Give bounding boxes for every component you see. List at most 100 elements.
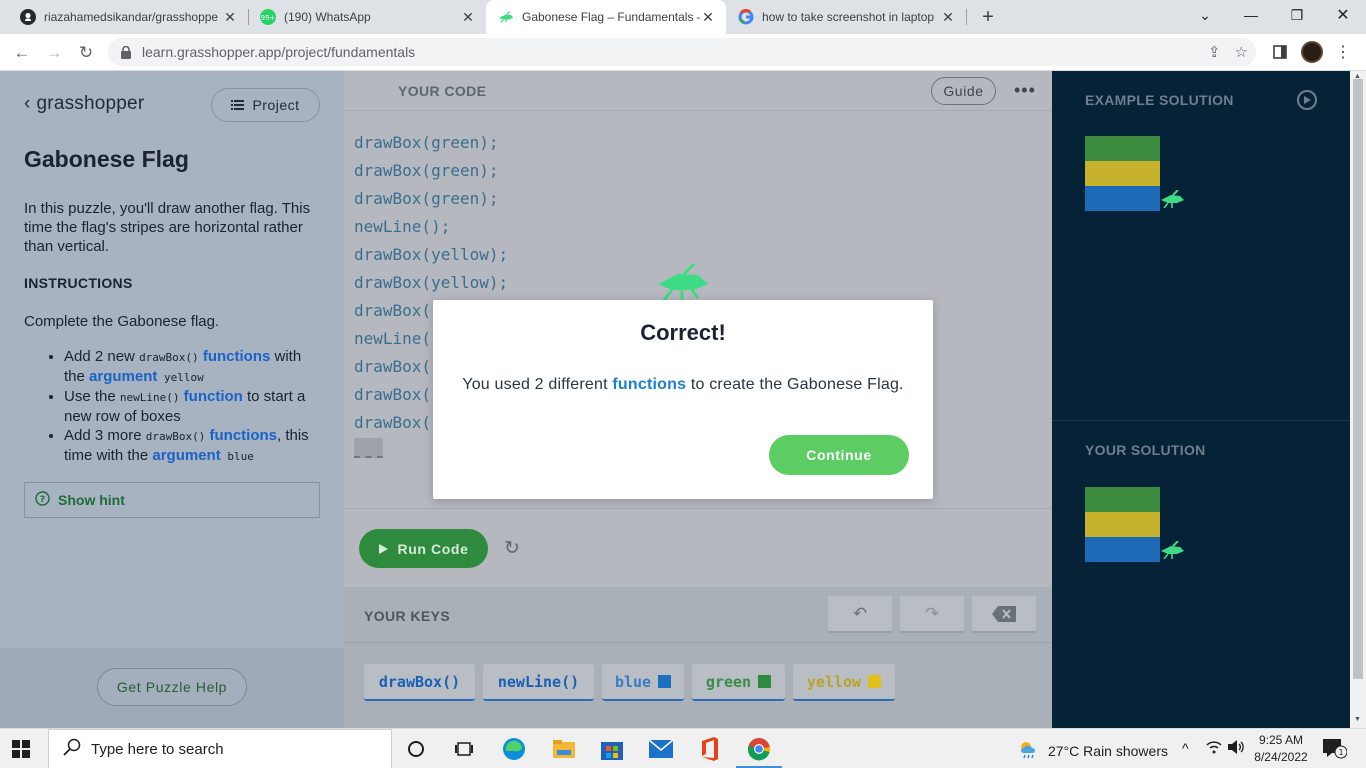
- whatsapp-badge: 99+: [261, 14, 276, 22]
- key-label: drawBox(): [378, 672, 461, 691]
- flag-stripe-blue: [1085, 537, 1160, 562]
- get-puzzle-help-button[interactable]: Get Puzzle Help: [97, 668, 247, 706]
- close-window-icon[interactable]: ✕: [1320, 0, 1366, 30]
- task-view-icon[interactable]: [450, 735, 478, 763]
- run-code-button[interactable]: Run Code: [359, 529, 488, 568]
- key-green[interactable]: green: [692, 664, 785, 701]
- grasshopper-logo[interactable]: ‹ grasshopper: [24, 93, 144, 115]
- guide-button[interactable]: Guide: [931, 77, 996, 105]
- reset-icon[interactable]: ↻: [502, 538, 522, 559]
- back-icon[interactable]: ←: [8, 39, 36, 67]
- taskbar-search[interactable]: Type here to search: [48, 729, 392, 768]
- argument-link[interactable]: argument: [89, 368, 157, 385]
- example-solution-heading: EXAMPLE SOLUTION: [1085, 92, 1234, 108]
- cortana-icon[interactable]: [402, 735, 430, 763]
- solution-divider: [1052, 420, 1350, 421]
- instruction-item: Add 2 new drawBox() functions with the a…: [64, 347, 326, 387]
- file-explorer-icon[interactable]: [550, 735, 578, 763]
- functions-link[interactable]: functions: [612, 376, 686, 393]
- system-clock[interactable]: 9:25 AM 8/24/2022: [1249, 732, 1313, 766]
- tab-github[interactable]: riazahamedsikandar/grasshoppe ✕: [8, 0, 248, 34]
- tab-label: riazahamedsikandar/grasshoppe: [44, 10, 219, 24]
- chrome-menu-icon[interactable]: ⋮: [1335, 40, 1351, 64]
- share-icon[interactable]: ⇪: [1208, 43, 1221, 61]
- code-line[interactable]: drawBox(green);: [354, 129, 508, 157]
- weather-widget[interactable]: 27°C Rain showers: [1018, 739, 1168, 762]
- close-tab-icon[interactable]: ✕: [940, 9, 956, 25]
- tab-whatsapp[interactable]: 99+ (190) WhatsApp ✕: [248, 0, 486, 34]
- windows-taskbar: Type here to search 27°C Rain showers ^ …: [0, 728, 1366, 768]
- code-line[interactable]: drawBox(green);: [354, 185, 508, 213]
- weather-text: 27°C Rain showers: [1048, 742, 1168, 759]
- page-scrollbar[interactable]: ▲ ▼: [1350, 71, 1366, 728]
- url-text: learn.grasshopper.app/project/fundamenta…: [142, 44, 416, 60]
- brand-name: grasshopper: [36, 93, 145, 114]
- argument-link[interactable]: argument: [152, 447, 220, 464]
- close-tab-icon[interactable]: ✕: [222, 9, 238, 25]
- green-swatch: [758, 675, 772, 688]
- functions-link[interactable]: functions: [210, 427, 278, 444]
- scroll-down-icon[interactable]: ▼: [1354, 716, 1361, 723]
- reload-icon[interactable]: ↻: [72, 39, 100, 67]
- key-yellow[interactable]: yellow: [793, 664, 895, 701]
- microsoft-store-icon[interactable]: [598, 735, 626, 763]
- clock-date: 8/24/2022: [1254, 750, 1308, 764]
- code-line[interactable]: newLine();: [354, 213, 508, 241]
- key-label: yellow: [806, 672, 862, 691]
- code-line[interactable]: drawBox(yellow);: [354, 269, 508, 297]
- project-button[interactable]: Project: [211, 88, 320, 122]
- volume-icon[interactable]: [1228, 740, 1246, 757]
- browser-tab-strip: riazahamedsikandar/grasshoppe ✕ 99+ (190…: [0, 0, 1366, 34]
- tab-search-chevron-icon[interactable]: ⌄: [1182, 0, 1228, 30]
- close-tab-icon[interactable]: ✕: [460, 9, 476, 25]
- profile-avatar[interactable]: [1301, 41, 1323, 63]
- continue-button[interactable]: Continue: [769, 435, 909, 475]
- instructions-text: Complete the Gabonese flag.: [24, 313, 220, 330]
- tab-label: how to take screenshot in laptop: [762, 10, 935, 24]
- flag-stripe-green: [1085, 487, 1160, 512]
- notification-icon[interactable]: 1: [1323, 739, 1348, 764]
- mail-icon[interactable]: [647, 735, 675, 763]
- more-options-icon[interactable]: •••: [1014, 80, 1036, 101]
- key-newline[interactable]: newLine(): [483, 664, 594, 701]
- clock-time: 9:25 AM: [1258, 733, 1304, 747]
- chrome-icon[interactable]: [745, 735, 773, 763]
- wifi-icon[interactable]: [1206, 740, 1222, 757]
- show-hint-button[interactable]: ? Show hint: [24, 482, 320, 518]
- minimize-icon[interactable]: —: [1228, 0, 1274, 30]
- key-label: newLine(): [497, 672, 580, 691]
- code-line[interactable]: drawBox(yellow);: [354, 241, 508, 269]
- flag-stripe-blue: [1085, 186, 1160, 211]
- key-blue[interactable]: blue: [602, 664, 684, 701]
- undo-icon[interactable]: ↶: [828, 596, 892, 633]
- windows-start-icon[interactable]: [12, 740, 30, 763]
- close-tab-icon[interactable]: ✕: [700, 9, 716, 25]
- restore-icon[interactable]: ❐: [1274, 0, 1320, 30]
- notification-count: 1: [1338, 748, 1343, 757]
- address-bar[interactable]: learn.grasshopper.app/project/fundamenta…: [108, 38, 1256, 66]
- key-drawbox[interactable]: drawBox(): [364, 664, 475, 701]
- functions-link[interactable]: functions: [203, 348, 271, 365]
- show-hidden-icons-chevron-icon[interactable]: ^: [1182, 740, 1189, 756]
- function-link[interactable]: function: [184, 388, 243, 405]
- backspace-icon[interactable]: [972, 596, 1036, 633]
- question-circle-icon: ?: [35, 491, 50, 509]
- dialog-title: Correct!: [640, 320, 726, 345]
- office-icon[interactable]: [696, 735, 724, 763]
- play-circle-icon[interactable]: [1297, 90, 1317, 110]
- solution-panel: EXAMPLE SOLUTION YOUR SOLUTION: [1052, 71, 1350, 728]
- puzzle-intro: In this puzzle, you'll draw another flag…: [24, 200, 311, 255]
- redo-icon[interactable]: ↷: [900, 596, 964, 633]
- forward-icon[interactable]: →: [40, 39, 68, 67]
- scrollbar-thumb[interactable]: [1353, 79, 1363, 679]
- new-tab-icon[interactable]: +: [976, 5, 1000, 29]
- tab-gabonese-flag[interactable]: Gabonese Flag – Fundamentals – ✕: [486, 0, 726, 34]
- tab-google-search[interactable]: how to take screenshot in laptop ✕: [726, 0, 966, 34]
- code-cursor-placeholder[interactable]: [354, 438, 383, 458]
- bookmark-star-icon[interactable]: ☆: [1235, 43, 1248, 61]
- side-panel-icon[interactable]: [1270, 40, 1290, 64]
- rain-cloud-icon: [1018, 739, 1040, 762]
- search-icon: [63, 738, 81, 760]
- edge-icon[interactable]: [500, 735, 528, 763]
- code-line[interactable]: drawBox(green);: [354, 157, 508, 185]
